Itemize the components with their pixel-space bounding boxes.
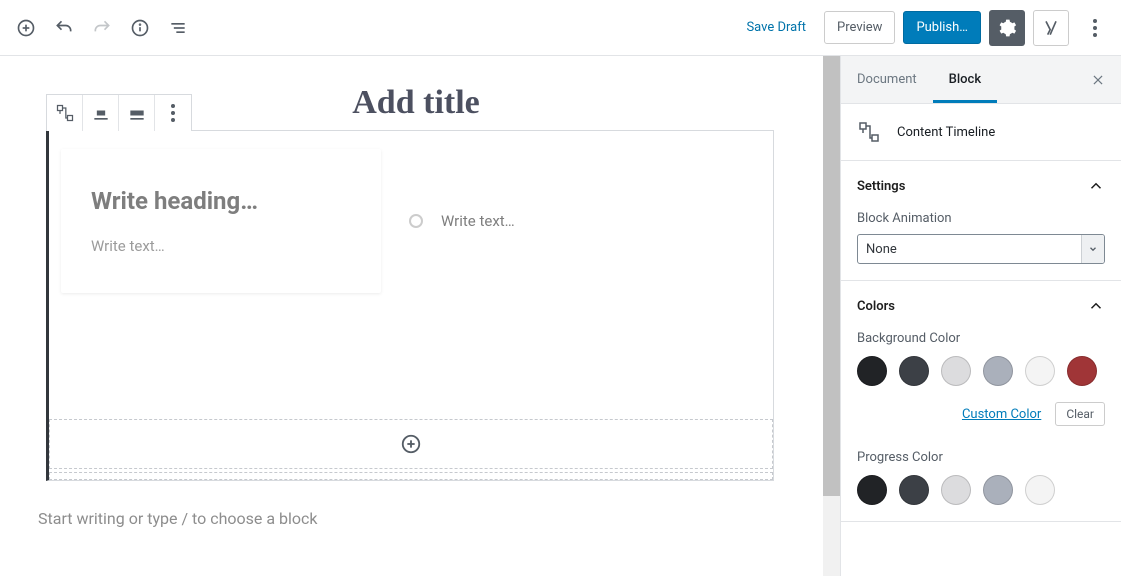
color-swatch[interactable] — [1025, 356, 1055, 386]
ellipsis-vertical-icon — [1093, 19, 1097, 37]
align-center-icon — [91, 103, 111, 123]
toolbar-left-group — [8, 10, 196, 46]
timeline-body: Write heading… Write text… Write text… — [49, 131, 773, 411]
add-inner-block-button[interactable] — [399, 432, 423, 456]
more-options-button[interactable] — [1077, 10, 1113, 46]
chevron-up-icon — [1087, 177, 1105, 195]
timeline-heading-input[interactable]: Write heading… — [91, 187, 351, 215]
close-sidebar-button[interactable] — [1083, 65, 1113, 95]
clear-color-button[interactable]: Clear — [1055, 402, 1105, 426]
default-block-appender[interactable]: Start writing or type / to choose a bloc… — [10, 481, 822, 528]
block-type-button[interactable] — [47, 95, 83, 131]
color-swatch[interactable] — [941, 356, 971, 386]
progress-color-label: Progress Color — [857, 450, 1105, 465]
tab-document[interactable]: Document — [841, 57, 933, 102]
block-appender-spacer — [49, 472, 773, 480]
timeline-item[interactable]: Write heading… Write text… Write text… — [61, 149, 761, 293]
preview-button[interactable]: Preview — [824, 11, 895, 44]
undo-icon — [54, 18, 74, 38]
content-timeline-block[interactable]: Write heading… Write text… Write text… — [46, 130, 774, 481]
align-wide-icon — [127, 103, 147, 123]
redo-button[interactable] — [84, 10, 120, 46]
ellipsis-vertical-icon — [171, 104, 175, 122]
color-swatch[interactable] — [899, 356, 929, 386]
gear-icon — [997, 18, 1017, 38]
info-icon — [130, 18, 150, 38]
block-toolbar — [46, 94, 192, 131]
post-title-placeholder: Add title — [352, 84, 480, 121]
align-center-button[interactable] — [83, 95, 119, 131]
color-swatch[interactable] — [983, 356, 1013, 386]
timeline-text-input[interactable]: Write text… — [91, 237, 351, 255]
color-swatch[interactable] — [1067, 356, 1097, 386]
timeline-side-text-input[interactable]: Write text… — [441, 212, 515, 230]
save-draft-link[interactable]: Save Draft — [736, 14, 816, 41]
block-appender[interactable] — [49, 419, 773, 469]
block-animation-label: Block Animation — [857, 211, 1105, 226]
editor-canvas: Add title — [0, 56, 840, 576]
block-more-button[interactable] — [155, 95, 191, 131]
settings-sidebar: Document Block Content Timeline Settings… — [840, 56, 1121, 576]
timeline-card: Write heading… Write text… — [61, 149, 381, 293]
block-identity: Content Timeline — [841, 104, 1121, 161]
panel-title: Settings — [857, 179, 905, 194]
toolbar-right-group: Save Draft Preview Publish… — [736, 10, 1113, 46]
redo-icon — [92, 18, 112, 38]
outline-button[interactable] — [160, 10, 196, 46]
color-swatch[interactable] — [983, 475, 1013, 505]
chevron-up-icon — [1087, 297, 1105, 315]
add-block-button[interactable] — [8, 10, 44, 46]
color-swatch[interactable] — [857, 475, 887, 505]
scrollbar-thumb[interactable] — [823, 56, 840, 496]
background-swatches — [857, 356, 1105, 386]
color-swatch[interactable] — [857, 356, 887, 386]
plus-circle-icon — [400, 433, 422, 455]
timeline-icon — [857, 120, 881, 144]
color-swatch[interactable] — [941, 475, 971, 505]
close-icon — [1091, 73, 1105, 87]
progress-swatches — [857, 475, 1105, 505]
plus-circle-icon — [16, 18, 36, 38]
background-color-label: Background Color — [857, 331, 1105, 346]
color-swatch[interactable] — [1025, 475, 1055, 505]
info-button[interactable] — [122, 10, 158, 46]
block-animation-select[interactable]: None — [857, 234, 1105, 264]
undo-button[interactable] — [46, 10, 82, 46]
panel-title: Colors — [857, 299, 895, 314]
align-wide-button[interactable] — [119, 95, 155, 131]
panel-colors: Colors Background Color Custom Color Cle… — [841, 281, 1121, 522]
settings-toggle-button[interactable] — [989, 10, 1025, 46]
main-area: Add title — [0, 56, 1121, 576]
timeline-marker-icon — [409, 214, 423, 228]
block-name-label: Content Timeline — [897, 125, 995, 140]
list-icon — [168, 18, 188, 38]
panel-settings: Settings Block Animation None — [841, 161, 1121, 281]
yoast-button[interactable] — [1033, 10, 1069, 46]
tab-block[interactable]: Block — [933, 57, 997, 102]
sidebar-tabs: Document Block — [841, 56, 1121, 104]
timeline-icon — [55, 103, 75, 123]
publish-button[interactable]: Publish… — [903, 11, 981, 44]
yoast-icon — [1041, 18, 1061, 38]
editor-top-toolbar: Save Draft Preview Publish… — [0, 0, 1121, 56]
color-swatch[interactable] — [899, 475, 929, 505]
panel-settings-toggle[interactable]: Settings — [841, 161, 1121, 211]
panel-colors-toggle[interactable]: Colors — [841, 281, 1121, 331]
editor-scrollbar[interactable] — [823, 56, 840, 576]
custom-color-link[interactable]: Custom Color — [962, 407, 1041, 422]
